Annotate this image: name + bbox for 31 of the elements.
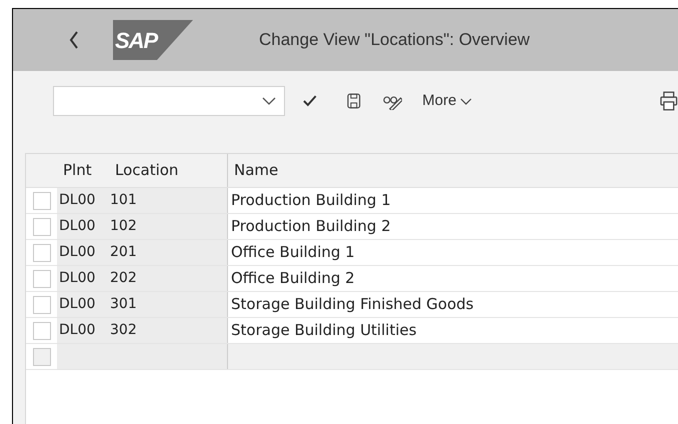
table-cell: 301 <box>109 292 228 317</box>
command-field[interactable] <box>53 86 286 116</box>
row-checkbox[interactable] <box>32 218 50 236</box>
window-title: Change View "Locations": Overview <box>259 29 530 52</box>
column-header[interactable]: Location <box>115 159 178 182</box>
table-cell: DL00 <box>57 318 109 343</box>
table-cell: DL00 <box>57 292 109 317</box>
table-cell: 101 <box>109 188 228 213</box>
save-icon[interactable] <box>347 93 361 109</box>
table-cell: 201 <box>109 240 228 265</box>
column-header[interactable]: Plnt <box>63 159 92 182</box>
table-cell: 202 <box>109 266 228 291</box>
table-cell: DL00 <box>57 240 109 265</box>
printer-icon[interactable] <box>660 91 678 111</box>
more-button[interactable]: More <box>422 90 472 112</box>
row-checkbox[interactable] <box>32 322 50 340</box>
table-cell: DL00 <box>57 214 109 239</box>
sap-logo: SAP <box>113 20 193 60</box>
chevron-down-icon <box>460 98 472 104</box>
row-checkbox[interactable] <box>32 244 50 262</box>
row-checkbox[interactable] <box>32 192 50 210</box>
table-cell: 102 <box>109 214 228 239</box>
row-checkbox[interactable] <box>32 296 50 314</box>
row-checkbox[interactable] <box>32 270 50 288</box>
column-header[interactable]: Name <box>234 159 278 182</box>
back-icon[interactable] <box>69 31 79 49</box>
chevron-down-icon[interactable] <box>262 97 276 105</box>
checkmark-icon[interactable] <box>303 95 318 107</box>
table-cell: DL00 <box>57 266 109 291</box>
table-cell: 302 <box>109 318 228 343</box>
table-cell: DL00 <box>57 188 109 213</box>
